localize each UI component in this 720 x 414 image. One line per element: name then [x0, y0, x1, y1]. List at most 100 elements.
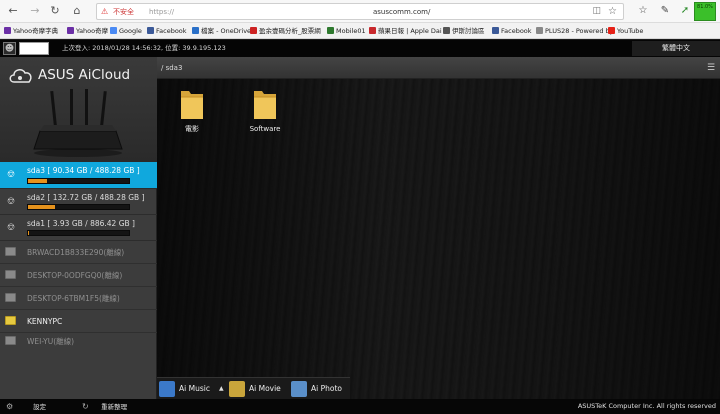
drive-label: sda1 [ 3.93 GB / 886.42 GB ]: [27, 219, 135, 228]
bookmarks-bar: Yahoo奇摩字典 Yahoo奇摩 Google Facebook 檔案 - O…: [0, 23, 720, 39]
photo-icon: [291, 381, 307, 397]
computer-icon: [5, 336, 16, 345]
bookmark-favicon-icon: [192, 27, 199, 34]
warning-shield-icon: ⚠: [101, 7, 109, 16]
last-login-info: 上次登入: 2018/01/28 14:56:32, 位置: 39.9.195.…: [62, 44, 226, 52]
ai-movie-button[interactable]: Ai Movie: [227, 378, 287, 400]
share-icon[interactable]: ➚: [678, 4, 692, 18]
language-selector[interactable]: 繁體中文: [632, 41, 720, 56]
bookmark-item[interactable]: Google: [110, 26, 142, 36]
folder-icon: [181, 91, 203, 119]
copyright-text: ASUSTeK Computer Inc. All rights reserve…: [577, 402, 716, 410]
favorites-icon[interactable]: ☆: [636, 4, 650, 18]
bookmark-favicon-icon: [4, 27, 11, 34]
app-topbar: ☻ 上次登入: 2018/01/28 14:56:32, 位置: 39.9.19…: [0, 40, 720, 57]
movie-icon: [229, 381, 245, 397]
bookmark-item[interactable]: Mobile01: [327, 26, 366, 36]
breadcrumb[interactable]: / sda3: [161, 63, 182, 74]
ai-photo-button[interactable]: Ai Photo: [289, 378, 349, 400]
media-bar: Ai Music ▲ Ai Movie Ai Photo: [157, 377, 350, 399]
security-warning: 不安全: [113, 8, 134, 16]
battery-level: 81.0%: [697, 4, 713, 10]
bookmark-item[interactable]: 盈余壹碼分析_股票網: [250, 26, 321, 36]
drive-usage-bar: [27, 178, 130, 184]
media-label: Ai Movie: [249, 384, 281, 393]
bookmark-item[interactable]: PLUS28 - Powered by: [536, 26, 614, 36]
url-text: asuscomm.com/: [373, 8, 431, 16]
bookmark-item[interactable]: Yahoo奇摩: [67, 26, 108, 36]
drive-label: sda3 [ 90.34 GB / 488.28 GB ]: [27, 166, 140, 175]
logo-text: ASUS AiCloud: [38, 67, 131, 83]
url-scheme: https://: [149, 8, 175, 16]
bookmark-favicon-icon: [492, 27, 499, 34]
bookmark-favicon-icon: [250, 27, 257, 34]
folder-icon: [254, 91, 276, 119]
computer-item[interactable]: DESKTOP-6TBM1F5(離線): [0, 287, 157, 310]
folder-item[interactable]: 電影: [167, 87, 217, 137]
bookmark-item[interactable]: 檔案 - OneDrive: [192, 26, 251, 36]
drive-item-sda1[interactable]: ⎊ sda1 [ 3.93 GB / 886.42 GB ]: [0, 215, 157, 241]
drive-label: sda2 [ 132.72 GB / 488.28 GB ]: [27, 193, 145, 202]
bookmark-favicon-icon: [67, 27, 74, 34]
bookmark-item[interactable]: YouTube: [608, 26, 643, 36]
breadcrumb-bar: / sda3 ☰: [157, 57, 720, 79]
bookmark-item[interactable]: Facebook: [492, 26, 532, 36]
refresh-button[interactable]: ↻ 重新整理: [82, 399, 127, 414]
refresh-icon: ↻: [82, 402, 89, 411]
computer-icon: [5, 247, 16, 256]
refresh-label: 重新整理: [101, 403, 128, 411]
browser-toolbar: ← → ↻ ⌂ ⚠ 不安全 https:// asuscomm.com/ ◫ ☆…: [0, 0, 720, 23]
computer-icon: [5, 293, 16, 302]
settings-label: 設定: [33, 403, 47, 411]
drive-usage-bar: [27, 204, 130, 210]
home-icon[interactable]: ⌂: [70, 4, 84, 18]
computer-item[interactable]: KENNYPC: [0, 310, 157, 333]
list-menu-icon[interactable]: ☰: [705, 62, 717, 74]
bookmark-favicon-icon: [536, 27, 543, 34]
media-label: Ai Music: [179, 384, 210, 393]
ai-music-button[interactable]: Ai Music: [157, 378, 219, 400]
drive-usage-fill: [28, 179, 47, 183]
computer-icon: [5, 270, 16, 279]
computer-item[interactable]: WEI-YU(離線): [0, 333, 157, 351]
usb-icon: ⎊: [7, 222, 15, 233]
username-box[interactable]: [19, 42, 49, 55]
bookmark-item[interactable]: Facebook: [147, 26, 187, 36]
computer-name: DESKTOP-6TBM1F5(離線): [27, 294, 120, 303]
computer-name: WEI-YU(離線): [27, 337, 75, 346]
computer-name: BRWACD1B833E290(離線): [27, 248, 125, 257]
battery-indicator: 81.0%: [694, 2, 716, 21]
address-bar[interactable]: ⚠ 不安全 https:// asuscomm.com/ ◫ ☆: [96, 3, 624, 20]
folder-name: Software: [249, 125, 281, 133]
router-image: [33, 89, 123, 157]
computer-icon: [5, 316, 16, 325]
computer-item[interactable]: DESKTOP-0ODFGQ0(離線): [0, 264, 157, 287]
bookmark-favicon-icon: [147, 27, 154, 34]
user-icon[interactable]: ☻: [3, 42, 16, 55]
bottom-bar: ⚙ 設定 ↻ 重新整理 ASUSTeK Computer Inc. All ri…: [0, 399, 720, 414]
back-icon[interactable]: ←: [6, 4, 20, 18]
drive-item-sda3[interactable]: ⎊ sda3 [ 90.34 GB / 488.28 GB ]: [0, 162, 157, 189]
youtube-icon: [608, 27, 615, 34]
music-icon: [159, 381, 175, 397]
bookmark-favicon-icon: [443, 27, 450, 34]
reload-icon[interactable]: ↻: [48, 4, 62, 18]
computer-item[interactable]: BRWACD1B833E290(離線): [0, 241, 157, 264]
forward-icon[interactable]: →: [28, 4, 42, 18]
aicloud-logo: ASUS AiCloud: [8, 64, 148, 86]
expand-arrow-icon[interactable]: ▲: [219, 383, 224, 395]
favorite-star-icon[interactable]: ☆: [608, 6, 617, 17]
logo-area: ASUS AiCloud: [0, 57, 157, 162]
reading-view-icon[interactable]: ◫: [592, 6, 601, 17]
folder-item[interactable]: Software: [240, 87, 290, 137]
bookmark-item[interactable]: 伊斯討論區: [443, 26, 485, 36]
drive-usage-fill: [28, 231, 29, 235]
bookmark-favicon-icon: [327, 27, 334, 34]
bookmark-item[interactable]: Yahoo奇摩字典: [4, 26, 58, 36]
settings-button[interactable]: ⚙ 設定: [6, 399, 46, 414]
drive-item-sda2[interactable]: ⎊ sda2 [ 132.72 GB / 488.28 GB ]: [0, 189, 157, 215]
pen-icon[interactable]: ✎: [658, 4, 672, 18]
bookmark-item[interactable]: 蘋果日報 | Apple Dai: [369, 26, 442, 36]
bookmark-favicon-icon: [110, 27, 117, 34]
folder-name: 電影: [185, 125, 199, 133]
